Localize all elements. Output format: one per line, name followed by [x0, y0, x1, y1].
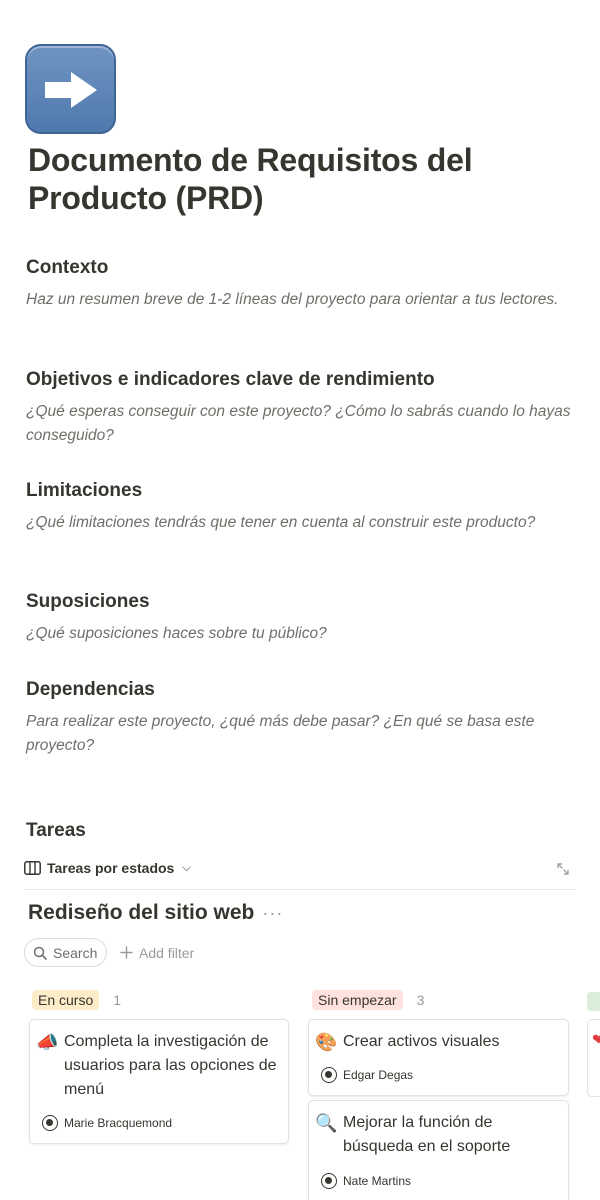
section-text[interactable]: ¿Qué limitaciones tendrás que tener en c…: [26, 511, 586, 535]
section-heading[interactable]: Suposiciones: [26, 590, 586, 614]
view-label: Tareas por estados: [47, 860, 175, 876]
megaphone-icon: 📣: [36, 1032, 59, 1052]
column-header-sin-empezar[interactable]: Sin empezar 3: [312, 990, 424, 1010]
board-card-partial[interactable]: ❤: [587, 1019, 600, 1097]
section-text[interactable]: ¿Qué esperas conseguir con este proyecto…: [26, 400, 586, 448]
column-header-en-curso[interactable]: En curso 1: [32, 990, 121, 1010]
section-heading[interactable]: Objetivos e indicadores clave de rendimi…: [26, 368, 586, 392]
section-limitaciones: Limitaciones ¿Qué limitaciones tendrás q…: [26, 479, 586, 535]
board-title-text[interactable]: Rediseño del sitio web: [28, 901, 254, 925]
section-text[interactable]: Para realizar este proyecto, ¿qué más de…: [26, 710, 586, 758]
section-objetivos: Objetivos e indicadores clave de rendimi…: [26, 368, 586, 448]
section-text[interactable]: Haz un resumen breve de 1-2 líneas del p…: [26, 288, 586, 312]
section-heading[interactable]: Contexto: [26, 256, 586, 280]
status-tag: Sin empezar: [312, 990, 403, 1010]
view-selector[interactable]: Tareas por estados ⌵: [24, 860, 191, 876]
assignee-name: Nate Martins: [343, 1174, 412, 1188]
section-text[interactable]: ¿Qué suposiciones haces sobre tu público…: [26, 622, 586, 646]
search-button[interactable]: Search: [24, 938, 108, 967]
card-title: Mejorar la función de búsqueda en el sop…: [343, 1114, 511, 1155]
section-dependencias: Dependencias Para realizar este proyecto…: [26, 678, 586, 758]
view-bar: Tareas por estados ⌵: [24, 858, 576, 890]
right-arrow-icon[interactable]: [25, 44, 116, 134]
tasks-heading[interactable]: Tareas: [26, 820, 86, 842]
expand-icon[interactable]: [556, 862, 570, 876]
card-assignee: Edgar Degas: [321, 1067, 413, 1083]
status-tag: En curso: [32, 990, 100, 1010]
chevron-down-icon: ⌵: [182, 861, 191, 874]
heart-icon: ❤: [592, 1032, 600, 1049]
section-heading[interactable]: Dependencias: [26, 678, 586, 702]
section-heading[interactable]: Limitaciones: [26, 479, 586, 503]
board-view-icon: [24, 861, 41, 875]
column-count: 1: [113, 992, 122, 1008]
column-header-partial[interactable]: [587, 992, 600, 1011]
plus-icon: [120, 946, 133, 959]
assignee-name: Marie Bracquemond: [64, 1116, 173, 1130]
board-card[interactable]: 📣 Completa la investigación de usuarios …: [29, 1019, 289, 1144]
section-contexto: Contexto Haz un resumen breve de 1-2 lín…: [26, 256, 586, 312]
assignee-name: Edgar Degas: [343, 1068, 414, 1082]
board-title: Rediseño del sitio web ···: [28, 901, 283, 925]
search-icon: [33, 946, 47, 960]
avatar: [42, 1115, 58, 1131]
page-title[interactable]: Documento de Requisitos del Producto (PR…: [28, 141, 568, 217]
palette-icon: 🎨: [315, 1032, 338, 1052]
column-count: 3: [416, 992, 425, 1008]
avatar: [321, 1067, 337, 1083]
card-title: Crear activos visuales: [343, 1033, 500, 1050]
card-assignee: Marie Bracquemond: [42, 1115, 172, 1131]
more-options-icon[interactable]: ···: [262, 903, 283, 924]
section-suposiciones: Suposiciones ¿Qué suposiciones haces sob…: [26, 590, 586, 646]
board-card[interactable]: 🔍 Mejorar la función de búsqueda en el s…: [308, 1100, 569, 1200]
search-label: Search: [53, 944, 98, 961]
add-filter-label: Add filter: [139, 944, 195, 961]
card-assignee: Nate Martins: [321, 1173, 411, 1189]
card-title: Completa la investigación de usuarios pa…: [64, 1033, 277, 1098]
avatar: [321, 1173, 337, 1189]
board-card[interactable]: 🎨 Crear activos visuales Edgar Degas: [308, 1019, 569, 1096]
add-filter-button[interactable]: Add filter: [120, 938, 194, 967]
magnifier-icon: 🔍: [315, 1113, 338, 1133]
